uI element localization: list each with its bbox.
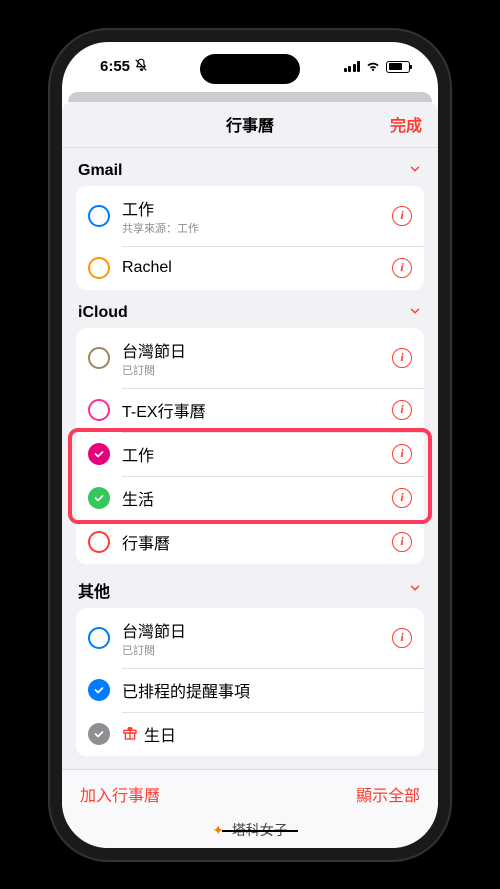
calendar-checkbox[interactable] bbox=[88, 257, 110, 279]
section-title: 其他 bbox=[78, 578, 110, 602]
add-calendar-button[interactable]: 加入行事曆 bbox=[80, 782, 160, 806]
silent-icon bbox=[134, 58, 148, 75]
calendar-checkbox[interactable] bbox=[88, 487, 110, 509]
calendar-name: Rachel bbox=[122, 259, 392, 277]
calendar-name: 工作 bbox=[122, 196, 392, 220]
calendar-checkbox[interactable] bbox=[88, 399, 110, 421]
wifi-icon bbox=[365, 61, 381, 73]
section-title: Gmail bbox=[78, 162, 122, 180]
calendar-subtitle: 已訂閱 bbox=[122, 362, 392, 378]
gift-icon bbox=[122, 725, 138, 741]
chevron-down-icon[interactable] bbox=[408, 304, 422, 321]
calendar-name: 生日 bbox=[122, 722, 412, 746]
chevron-down-icon[interactable] bbox=[408, 162, 422, 179]
calendar-subtitle: 已訂閱 bbox=[122, 642, 392, 658]
info-icon[interactable]: i bbox=[392, 628, 412, 648]
section-header[interactable]: iCloud bbox=[62, 290, 438, 328]
calendar-row[interactable]: 台灣節日已訂閱i bbox=[76, 608, 424, 668]
calendar-name: T-EX行事曆 bbox=[122, 398, 392, 422]
phone-screen: 6:55 行事曆 完成 Gmail工作共享來源：工作iRacheliiCloud… bbox=[62, 42, 438, 848]
row-text: T-EX行事曆 bbox=[122, 398, 392, 422]
info-icon[interactable]: i bbox=[392, 532, 412, 552]
row-text: 生日 bbox=[122, 722, 412, 746]
bottom-toolbar: 加入行事曆 顯示全部 bbox=[62, 769, 438, 816]
row-text: 台灣節日已訂閱 bbox=[122, 618, 392, 658]
section-title: iCloud bbox=[78, 304, 128, 322]
row-text: 工作共享來源：工作 bbox=[122, 196, 392, 236]
section-header[interactable]: Gmail bbox=[62, 148, 438, 186]
section-header[interactable]: 其他 bbox=[62, 564, 438, 608]
done-button[interactable]: 完成 bbox=[390, 112, 422, 136]
calendar-name: 台灣節日 bbox=[122, 338, 392, 362]
calendar-subtitle: 共享來源：工作 bbox=[122, 220, 392, 236]
calendar-name: 台灣節日 bbox=[122, 618, 392, 642]
battery-icon bbox=[386, 61, 410, 73]
show-all-button[interactable]: 顯示全部 bbox=[356, 782, 420, 806]
info-icon[interactable]: i bbox=[392, 348, 412, 368]
calendar-checkbox[interactable] bbox=[88, 443, 110, 465]
calendar-checkbox[interactable] bbox=[88, 679, 110, 701]
watermark: ✦ 塔科女子 bbox=[62, 816, 438, 848]
info-icon[interactable]: i bbox=[392, 206, 412, 226]
status-right bbox=[344, 61, 411, 73]
calendar-list: 工作共享來源：工作iRacheli bbox=[76, 186, 424, 290]
row-text: 生活 bbox=[122, 486, 392, 510]
calendar-checkbox[interactable] bbox=[88, 205, 110, 227]
status-left: 6:55 bbox=[100, 58, 148, 75]
chevron-down-icon[interactable] bbox=[408, 581, 422, 598]
calendar-row[interactable]: T-EX行事曆i bbox=[76, 388, 424, 432]
row-text: 台灣節日已訂閱 bbox=[122, 338, 392, 378]
calendar-name: 生活 bbox=[122, 486, 392, 510]
dynamic-island bbox=[200, 54, 300, 84]
calendar-list: 台灣節日已訂閱i 已排程的提醒事項生日 bbox=[76, 608, 424, 756]
row-text: Rachel bbox=[122, 259, 392, 277]
info-icon[interactable]: i bbox=[392, 258, 412, 278]
calendar-row[interactable]: 行事曆i bbox=[76, 520, 424, 564]
info-icon[interactable]: i bbox=[392, 400, 412, 420]
calendar-list: 台灣節日已訂閱iT-EX行事曆i工作i生活i行事曆i bbox=[76, 328, 424, 564]
calendar-row[interactable]: 已排程的提醒事項 bbox=[76, 668, 424, 712]
calendar-row[interactable]: 生活i bbox=[76, 476, 424, 520]
calendar-name: 行事曆 bbox=[122, 530, 392, 554]
calendar-checkbox[interactable] bbox=[88, 627, 110, 649]
calendar-name: 已排程的提醒事項 bbox=[122, 678, 412, 702]
row-text: 行事曆 bbox=[122, 530, 392, 554]
watermark-text: 塔科女子 bbox=[232, 822, 288, 838]
calendar-row[interactable]: Racheli bbox=[76, 246, 424, 290]
status-time: 6:55 bbox=[100, 58, 130, 75]
info-icon[interactable]: i bbox=[392, 488, 412, 508]
calendar-row[interactable]: 工作i bbox=[76, 432, 424, 476]
calendar-checkbox[interactable] bbox=[88, 723, 110, 745]
sheet-title: 行事曆 bbox=[226, 112, 274, 136]
signal-icon bbox=[344, 61, 361, 72]
sheet-header: 行事曆 完成 bbox=[62, 102, 438, 148]
row-text: 工作 bbox=[122, 442, 392, 466]
calendar-name: 工作 bbox=[122, 442, 392, 466]
calendar-row[interactable]: 生日 bbox=[76, 712, 424, 756]
calendar-row[interactable]: 工作共享來源：工作i bbox=[76, 186, 424, 246]
sheet-backdrop bbox=[68, 92, 432, 102]
info-icon[interactable]: i bbox=[392, 444, 412, 464]
calendar-row[interactable]: 台灣節日已訂閱i bbox=[76, 328, 424, 388]
row-text: 已排程的提醒事項 bbox=[122, 678, 412, 702]
phone-frame: 6:55 行事曆 完成 Gmail工作共享來源：工作iRacheliiCloud… bbox=[50, 30, 450, 860]
calendar-checkbox[interactable] bbox=[88, 347, 110, 369]
content-area[interactable]: Gmail工作共享來源：工作iRacheliiCloud台灣節日已訂閱iT-EX… bbox=[62, 148, 438, 769]
calendar-checkbox[interactable] bbox=[88, 531, 110, 553]
